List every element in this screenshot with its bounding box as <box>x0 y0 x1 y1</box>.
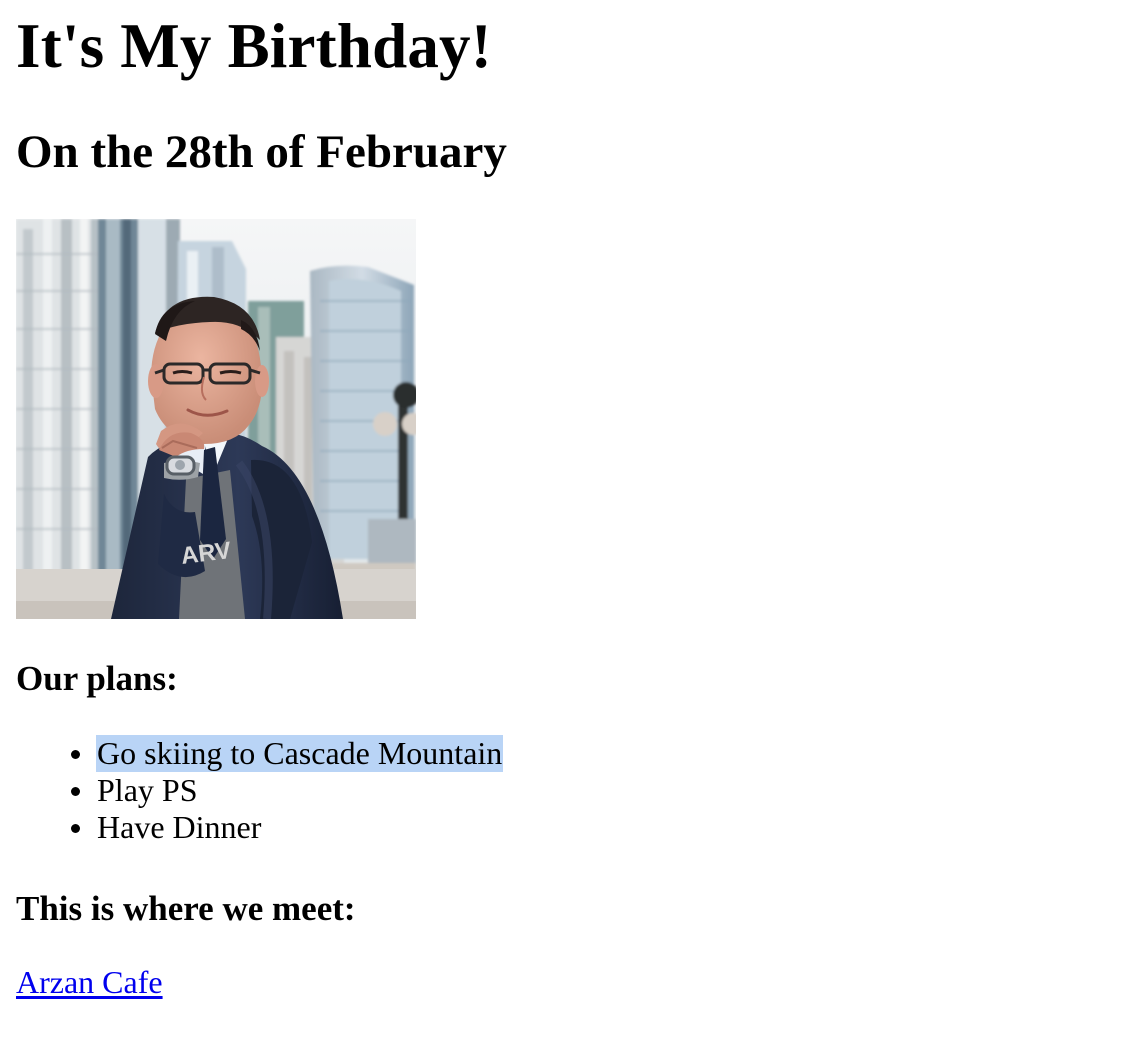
bullet-icon <box>71 750 80 759</box>
plan-item-label: Have Dinner <box>97 809 262 845</box>
page-subtitle: On the 28th of February <box>16 126 507 178</box>
plans-title: Our plans: <box>16 659 178 698</box>
bullet-icon <box>71 787 80 796</box>
page-title: It's My Birthday! <box>16 11 492 81</box>
plan-item-label-selected: Go skiing to Cascade Mountain <box>96 735 504 772</box>
bullet-icon <box>71 824 80 833</box>
birthday-page: It's My Birthday! On the 28th of Februar… <box>0 0 1136 1038</box>
meeting-title: This is where we meet: <box>16 889 356 928</box>
portrait-photo: ARV <box>16 219 416 619</box>
portrait-photo-image: ARV <box>16 219 416 619</box>
meeting-location-link[interactable]: Arzan Cafe <box>16 964 163 1001</box>
plan-item-label: Play PS <box>97 772 198 808</box>
